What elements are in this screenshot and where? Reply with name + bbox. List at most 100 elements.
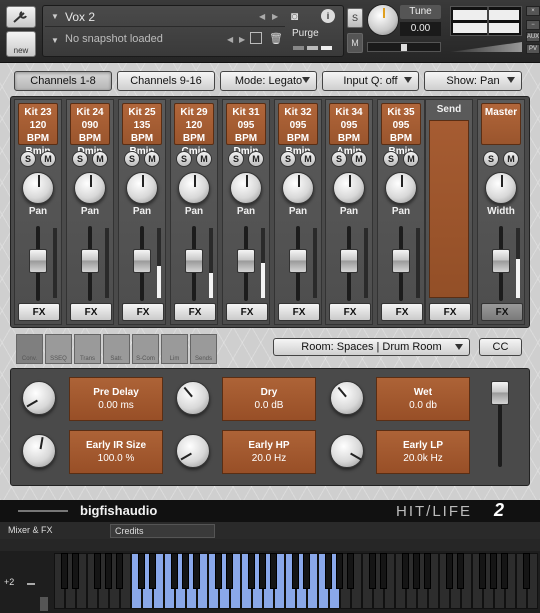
pan-knob[interactable] (230, 172, 262, 204)
mute-button[interactable]: M (40, 151, 56, 167)
black-key[interactable] (248, 553, 255, 589)
black-key[interactable] (424, 553, 431, 589)
prev-snapshot-icon[interactable]: ◀ (227, 35, 233, 44)
fx-slot[interactable]: Sends (190, 334, 217, 364)
early-lp-display[interactable]: Early LP 20.0k Hz (376, 430, 470, 474)
black-key[interactable] (193, 553, 200, 589)
reverb-fader-handle[interactable] (491, 381, 509, 405)
channels-9-16-button[interactable]: Channels 9-16 (117, 71, 215, 91)
wrench-button[interactable] (6, 6, 36, 28)
mute-button[interactable]: M (144, 151, 160, 167)
black-key[interactable] (303, 553, 310, 589)
fx-button[interactable]: FX (18, 303, 60, 321)
channels-1-8-button[interactable]: Channels 1-8 (14, 71, 112, 91)
info-icon[interactable]: i (321, 9, 335, 23)
black-key[interactable] (501, 553, 508, 589)
black-key[interactable] (457, 553, 464, 589)
mute-button[interactable]: M (248, 151, 264, 167)
mod-wheel[interactable] (40, 597, 48, 611)
black-key[interactable] (413, 553, 420, 589)
mode-dropdown[interactable]: Mode: Legato (220, 71, 317, 91)
black-key[interactable] (292, 553, 299, 589)
black-key[interactable] (182, 553, 189, 589)
tune-value[interactable]: 0.00 (400, 22, 441, 36)
black-key[interactable] (446, 553, 453, 589)
pan-knob[interactable] (282, 172, 314, 204)
new-button[interactable]: new (6, 31, 36, 57)
wet-knob[interactable] (330, 381, 364, 415)
pan-knob[interactable] (22, 172, 54, 204)
volume-fader-handle[interactable] (133, 249, 151, 273)
pan-knob[interactable] (333, 172, 365, 204)
pan-knob[interactable] (385, 172, 417, 204)
snapshot-name[interactable]: No snapshot loaded (65, 33, 163, 45)
minimize-icon[interactable]: − (526, 20, 540, 30)
pv-button[interactable]: PV (526, 44, 540, 54)
pan-slider[interactable] (367, 42, 441, 52)
kit-label-box[interactable]: Kit 23 120 BPM Bmin (18, 103, 58, 157)
fx-slot[interactable]: Trans (74, 334, 101, 364)
mute-button[interactable]: M (196, 151, 212, 167)
black-key[interactable] (347, 553, 354, 589)
show-dropdown[interactable]: Show: Pan (424, 71, 522, 91)
save-snapshot-icon[interactable] (250, 32, 262, 44)
solo-button[interactable]: S (383, 151, 399, 167)
solo-button[interactable]: S (228, 151, 244, 167)
cc-button[interactable]: CC (479, 338, 522, 356)
fx-button[interactable]: FX (122, 303, 164, 321)
black-key[interactable] (325, 553, 332, 589)
black-key[interactable] (259, 553, 266, 589)
kit-label-box[interactable]: Kit 25 135 BPM Bmin (122, 103, 162, 157)
next-instrument-icon[interactable]: ▶ (272, 12, 278, 21)
black-key[interactable] (116, 553, 123, 589)
solo-instrument-button[interactable]: S (347, 8, 363, 28)
tab-mixer-fx[interactable]: Mixer & FX (4, 524, 57, 538)
fx-slot[interactable]: Conv. (16, 334, 43, 364)
dry-knob[interactable] (176, 381, 210, 415)
kit-label-box[interactable]: Kit 34 095 BPM Amin (329, 103, 369, 157)
solo-button[interactable]: S (124, 151, 140, 167)
next-snapshot-icon[interactable]: ▶ (239, 35, 245, 44)
solo-button[interactable]: S (20, 151, 36, 167)
solo-button[interactable]: S (280, 151, 296, 167)
black-key[interactable] (215, 553, 222, 589)
black-key[interactable] (490, 553, 497, 589)
tune-knob[interactable] (367, 4, 399, 36)
snapshot-arrow-icon[interactable]: ▼ (51, 36, 59, 45)
fx-slot[interactable]: S-Com (132, 334, 159, 364)
fx-slot[interactable]: SSEQ (45, 334, 72, 364)
master-mute-button[interactable]: M (503, 151, 519, 167)
pan-knob[interactable] (178, 172, 210, 204)
mute-instrument-button[interactable]: M (347, 33, 363, 53)
master-solo-button[interactable]: S (483, 151, 499, 167)
volume-fader-handle[interactable] (237, 249, 255, 273)
volume-fader-handle[interactable] (29, 249, 47, 273)
pan-slider-handle[interactable] (401, 44, 407, 51)
solo-button[interactable]: S (72, 151, 88, 167)
black-key[interactable] (94, 553, 101, 589)
close-icon[interactable]: × (526, 6, 540, 16)
room-preset-dropdown[interactable]: Room: Spaces | Drum Room (273, 338, 470, 356)
volume-fader-handle[interactable] (289, 249, 307, 273)
width-knob[interactable] (485, 172, 517, 204)
purge-dropdown[interactable]: Purge (292, 28, 319, 39)
volume-fader-handle[interactable] (185, 249, 203, 273)
early-ir-size-knob[interactable] (22, 434, 56, 468)
pre-delay-display[interactable]: Pre Delay 0.00 ms (69, 377, 163, 421)
input-quantize-dropdown[interactable]: Input Q: off (322, 71, 419, 91)
solo-button[interactable]: S (331, 151, 347, 167)
mute-button[interactable]: M (92, 151, 108, 167)
dry-display[interactable]: Dry 0.0 dB (222, 377, 316, 421)
pan-knob[interactable] (74, 172, 106, 204)
early-ir-size-display[interactable]: Early IR Size 100.0 % (69, 430, 163, 474)
volume-fader-handle[interactable] (81, 249, 99, 273)
black-key[interactable] (226, 553, 233, 589)
black-key[interactable] (171, 553, 178, 589)
fx-button[interactable]: FX (329, 303, 371, 321)
black-key[interactable] (72, 553, 79, 589)
collapse-arrow-icon[interactable]: ▼ (51, 12, 59, 21)
black-key[interactable] (380, 553, 387, 589)
early-lp-knob[interactable] (330, 434, 364, 468)
volume-fader-handle[interactable] (392, 249, 410, 273)
tab-credits[interactable]: Credits (110, 524, 215, 538)
